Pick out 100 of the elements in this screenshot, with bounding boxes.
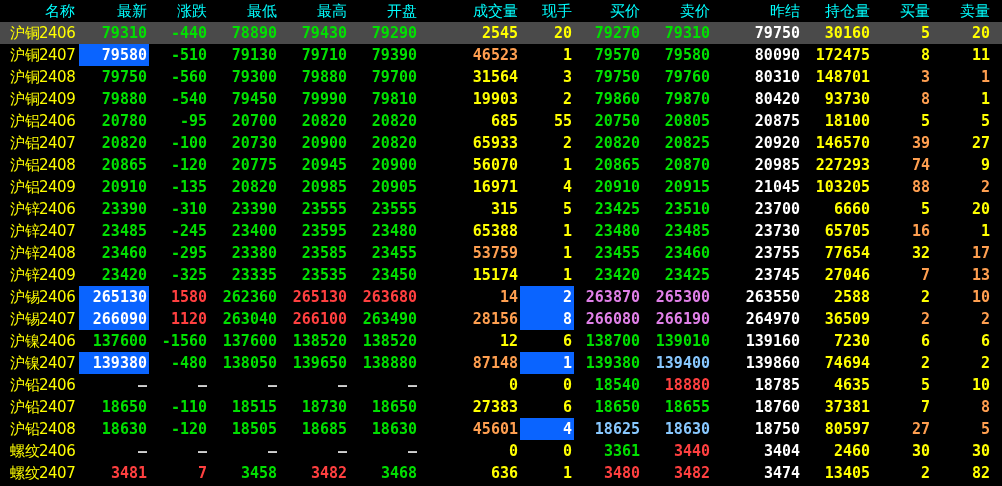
- table-row[interactable]: 螺纹2407 3481 7 3458 3482 3468 636 1 3480 3482 3474 13405 2 82: [0, 462, 1002, 484]
- table-cell: 20865: [101, 159, 147, 171]
- table-cell: 265130: [92, 291, 147, 303]
- table-cell: 79760: [664, 71, 710, 83]
- table-cell: 30160: [824, 27, 870, 39]
- table-cell: 3: [920, 71, 930, 83]
- table-cell: 2: [562, 93, 572, 105]
- table-cell: 23335: [231, 269, 277, 281]
- table-row[interactable]: 沪锌2409 23420 -325 23335 23535 23450 15174 1 23420 23425 23745 27046 7 13: [0, 264, 1002, 286]
- table-cell: 138700: [585, 335, 640, 347]
- table-cell: 1: [562, 357, 572, 369]
- table-cell: 79990: [301, 93, 347, 105]
- table-cell: 18630: [101, 423, 147, 435]
- table-cell: 23755: [754, 247, 800, 259]
- table-row[interactable]: 沪铝2407 20820 -100 20730 20900 20820 65933 2 20820 20825 20920 146570 39 27: [0, 132, 1002, 154]
- table-row[interactable]: 沪镍2407 139380 -480 138050 139650 138880 87148 1 139380 139400 139860 74694 2 2: [0, 352, 1002, 374]
- table-cell: 27: [911, 423, 930, 435]
- table-row[interactable]: 沪锌2408 23460 -295 23380 23585 23455 53759 1 23455 23460 23755 77654 32 17: [0, 242, 1002, 264]
- table-cell: 1: [562, 49, 572, 61]
- table-cell: 138880: [362, 357, 417, 369]
- table-cell: 23400: [231, 225, 277, 237]
- table-row[interactable]: 沪铝2408 20865 -120 20775 20945 20900 56070 1 20865 20870 20985 227293 74 9: [0, 154, 1002, 176]
- table-cell: 7: [920, 269, 930, 281]
- table-cell: 18100: [824, 115, 870, 127]
- table-cell: —: [337, 379, 347, 391]
- column-header[interactable]: 现手: [520, 0, 574, 22]
- table-cell: 79880: [301, 71, 347, 83]
- table-cell: 6: [920, 335, 930, 347]
- table-cell: 138050: [222, 357, 277, 369]
- table-cell: 3: [562, 71, 572, 83]
- table-cell: 18785: [754, 379, 800, 391]
- table-cell: 5: [920, 27, 930, 39]
- table-cell: 20865: [594, 159, 640, 171]
- table-cell: 4635: [833, 379, 870, 391]
- table-cell: 23595: [301, 225, 347, 237]
- table-row[interactable]: 沪铜2409 79880 -540 79450 79990 79810 19903 2 79860 79870 80420 93730 8 1: [0, 88, 1002, 110]
- table-cell: 79580: [101, 49, 147, 61]
- table-row[interactable]: 沪铝2409 20910 -135 20820 20985 20905 16971 4 20910 20915 21045 103205 88 2: [0, 176, 1002, 198]
- column-header[interactable]: 买价: [574, 0, 642, 22]
- table-row[interactable]: 沪锌2407 23485 -245 23400 23595 23480 65388 1 23480 23485 23730 65705 16 1: [0, 220, 1002, 242]
- table-row[interactable]: 沪铅2408 18630 -120 18505 18685 18630 45601 4 18625 18630 18750 80597 27 5: [0, 418, 1002, 440]
- table-row[interactable]: 沪锡2406 265130 1580 262360 265130 263680 14 2 263870 265300 263550 2588 2 10: [0, 286, 1002, 308]
- table-row[interactable]: 沪锡2407 266090 1120 263040 266100 263490 28156 8 266080 266190 264970 36509 2 2: [0, 308, 1002, 330]
- table-cell: 5: [562, 203, 572, 215]
- table-row[interactable]: 沪铜2408 79750 -560 79300 79880 79700 31564 3 79750 79760 80310 148701 3 1: [0, 66, 1002, 88]
- table-cell: 265300: [655, 291, 710, 303]
- column-header[interactable]: 成交量: [419, 0, 520, 22]
- table-cell: 23425: [594, 203, 640, 215]
- column-header[interactable]: 开盘: [349, 0, 419, 22]
- table-cell: 39: [911, 137, 930, 149]
- table-cell: 79390: [371, 49, 417, 61]
- table-cell: 18760: [754, 401, 800, 413]
- table-row[interactable]: 沪铅2406 — — — — — 0 0 18540 18880 18785 4635 5 10: [0, 374, 1002, 396]
- table-cell: 80597: [824, 423, 870, 435]
- table-cell: 2: [980, 357, 990, 369]
- table-cell: 23535: [301, 269, 347, 281]
- column-header[interactable]: 持仓量: [802, 0, 872, 22]
- table-cell: 74694: [824, 357, 870, 369]
- table-row[interactable]: 螺纹2406 — — — — — 0 0 3361 3440 3404 2460 30 30: [0, 440, 1002, 462]
- table-row[interactable]: 沪铅2407 18650 -110 18515 18730 18650 27383 6 18650 18655 18760 37381 7 8: [0, 396, 1002, 418]
- table-cell: 23420: [594, 269, 640, 281]
- table-cell: 5: [980, 423, 990, 435]
- table-cell: 18515: [231, 401, 277, 413]
- table-cell: 23455: [371, 247, 417, 259]
- table-cell: 30: [971, 445, 990, 457]
- table-cell: 1: [980, 71, 990, 83]
- table-cell: 0: [508, 379, 518, 391]
- table-row[interactable]: 沪铝2406 20780 -95 20700 20820 20820 685 55 20750 20805 20875 18100 5 5: [0, 110, 1002, 132]
- table-cell: 263680: [362, 291, 417, 303]
- table-cell: 14: [499, 291, 518, 303]
- table-row[interactable]: 沪镍2406 137600 -1560 137600 138520 138520 12 6 138700 139010 139160 7230 6 6: [0, 330, 1002, 352]
- table-cell: —: [267, 445, 277, 457]
- table-cell: 148701: [815, 71, 870, 83]
- column-header[interactable]: 涨跌: [149, 0, 209, 22]
- table-cell: 30: [911, 445, 930, 457]
- column-header[interactable]: 卖量: [932, 0, 992, 22]
- table-cell: 20: [553, 27, 572, 39]
- column-header[interactable]: 昨结: [712, 0, 802, 22]
- column-header[interactable]: 最低: [209, 0, 279, 22]
- table-cell: 266080: [585, 313, 640, 325]
- table-cell: 79290: [371, 27, 417, 39]
- table-cell: 263550: [745, 291, 800, 303]
- table-row[interactable]: 沪铜2407 79580 -510 79130 79710 79390 46523 1 79570 79580 80090 172475 8 11: [0, 44, 1002, 66]
- table-cell: 20775: [231, 159, 277, 171]
- table-cell: 23480: [594, 225, 640, 237]
- column-header[interactable]: 买量: [872, 0, 932, 22]
- contract-name-cell-text: 沪铜2406: [9, 23, 77, 44]
- table-cell: 18655: [664, 401, 710, 413]
- column-header[interactable]: 名称: [0, 0, 79, 22]
- table-cell: 3482: [310, 467, 347, 479]
- table-cell: 1: [562, 159, 572, 171]
- table-cell: 7: [920, 401, 930, 413]
- column-header[interactable]: 最新: [79, 0, 149, 22]
- table-cell: 20905: [371, 181, 417, 193]
- table-cell: -325: [170, 269, 207, 281]
- table-row[interactable]: 沪锌2406 23390 -310 23390 23555 23555 315 5 23425 23510 23700 6660 5 20: [0, 198, 1002, 220]
- table-cell: 23485: [101, 225, 147, 237]
- column-header[interactable]: 最高: [279, 0, 349, 22]
- column-header[interactable]: 卖价: [642, 0, 712, 22]
- selected-row-highlight[interactable]: 沪铜2406 79310 -440 78890 79430 79290 2545 20 79270 79310 79750 30160 5 20: [0, 22, 1002, 44]
